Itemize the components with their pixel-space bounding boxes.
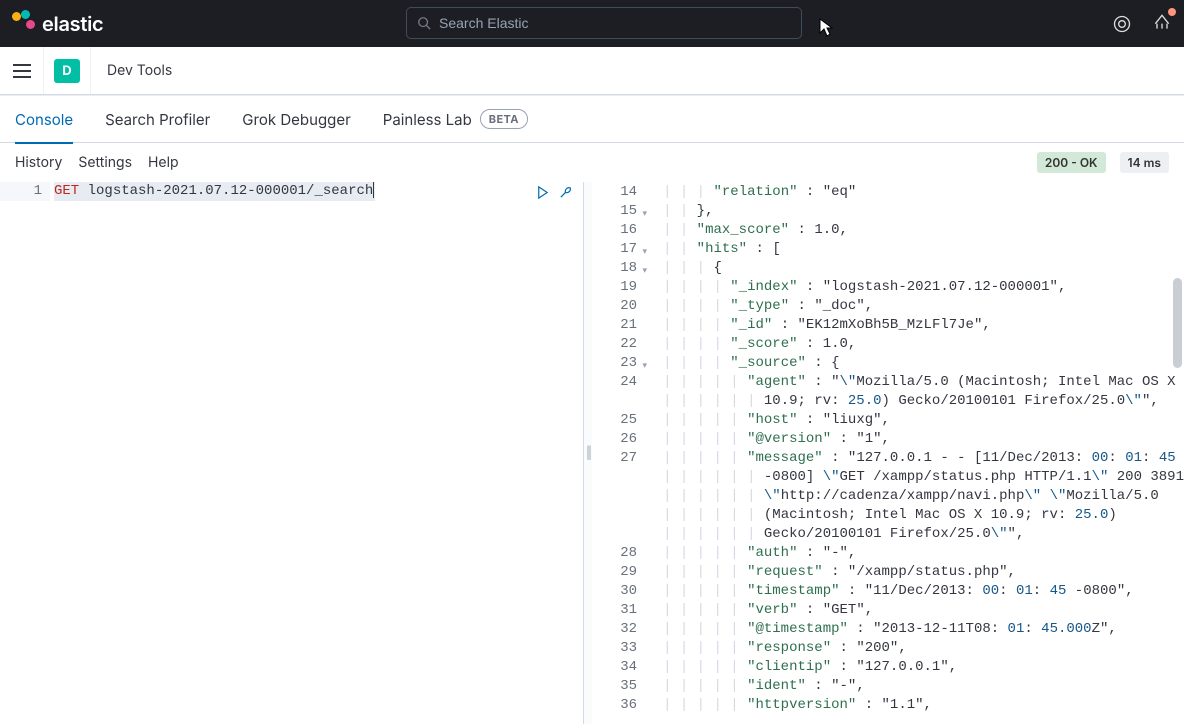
sub-header: D Dev Tools [0,47,1184,95]
breadcrumb: Dev Tools [107,62,172,79]
grip-icon: || [586,451,590,455]
help-icon[interactable] [1112,14,1132,34]
top-header: elastic [0,0,1184,47]
request-editor[interactable]: GET logstash-2021.07.12-000001/_search [50,182,583,201]
tab-grok-debugger[interactable]: Grok Debugger [242,96,350,143]
scrollbar-thumb[interactable] [1173,278,1182,368]
console-toolbar: History Settings Help 200 - OK 14 ms [0,143,1184,182]
console-editor: 1 GET logstash-2021.07.12-000001/_search… [0,182,1184,724]
tab-bar: Console Search Profiler Grok Debugger Pa… [0,96,1184,143]
tab-console[interactable]: Console [15,96,73,143]
response-viewer[interactable]: | | | "relation" : "eq"| | },| | "max_sc… [645,182,1184,724]
logo[interactable]: elastic [12,12,103,36]
wrench-icon[interactable] [558,185,573,200]
request-url: logstash-2021.07.12-000001/_search [88,183,374,199]
pane-splitter[interactable]: || [584,182,592,724]
help-link[interactable]: Help [148,154,179,171]
search-icon [417,16,431,30]
tab-search-profiler[interactable]: Search Profiler [105,96,210,143]
app-icon: D [54,59,80,83]
text-cursor [373,182,374,198]
response-gutter: 1415161718192021222324 252627 2829303132… [592,182,645,724]
nav-toggle-button[interactable] [0,47,44,94]
settings-link[interactable]: Settings [78,154,132,171]
response-latency: 14 ms [1120,152,1170,173]
elastic-logo-icon [12,10,36,34]
notification-dot [1168,8,1176,16]
request-pane[interactable]: 1 GET logstash-2021.07.12-000001/_search [0,182,584,724]
play-icon[interactable] [535,185,550,200]
beta-badge: BETA [480,109,528,129]
search-input[interactable] [439,15,791,31]
tab-label: Painless Lab [383,110,472,129]
tab-painless-lab[interactable]: Painless Lab BETA [383,96,528,143]
request-method: GET [54,183,79,199]
response-status: 200 - OK [1037,152,1106,173]
global-search[interactable] [406,7,802,39]
newsfeed-button[interactable] [1152,12,1172,36]
brand-text: elastic [42,12,103,36]
response-pane[interactable]: 1415161718192021222324 252627 2829303132… [592,182,1184,724]
history-link[interactable]: History [15,154,62,171]
request-gutter: 1 [0,182,50,201]
hamburger-icon [13,64,31,78]
